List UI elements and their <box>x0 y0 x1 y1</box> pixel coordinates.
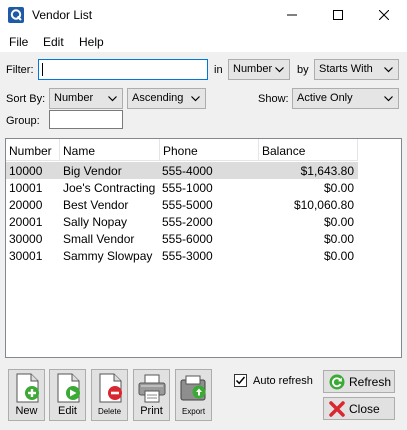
cell-phone: 555-2000 <box>162 215 213 229</box>
filter-input[interactable] <box>39 60 207 79</box>
auto-refresh-label: Auto refresh <box>253 375 313 387</box>
cell-number: 20000 <box>9 198 43 212</box>
menu-help[interactable]: Help <box>79 35 104 49</box>
filter-field[interactable] <box>38 59 208 80</box>
window-title: Vendor List <box>32 8 93 22</box>
close-button-label: Close <box>349 402 380 416</box>
cell-phone: 555-3000 <box>162 249 213 263</box>
cell-number: 30001 <box>9 249 43 263</box>
delete-document-icon <box>99 373 122 403</box>
cell-name: Big Vendor <box>63 164 122 178</box>
cell-phone: 555-4000 <box>162 164 213 178</box>
export-icon <box>180 375 205 401</box>
cell-number: 30000 <box>9 232 43 246</box>
filter-field-select[interactable]: Number <box>228 59 290 80</box>
export-button[interactable]: Export <box>175 369 212 421</box>
chevron-down-icon <box>191 96 200 102</box>
printer-icon <box>138 374 165 403</box>
sort-field-select[interactable]: Number <box>49 88 123 109</box>
close-x-icon <box>329 401 345 417</box>
edit-button[interactable]: Edit <box>49 369 86 421</box>
table-header: Number Name Phone Balance <box>6 139 358 161</box>
sort-order-value: Ascending <box>132 92 184 104</box>
menu-file[interactable]: File <box>9 35 28 49</box>
print-button-label: Print <box>140 405 163 417</box>
cell-name: Small Vendor <box>63 232 135 246</box>
cell-number: 10001 <box>9 181 43 195</box>
cell-balance: $1,643.80 <box>300 164 354 178</box>
chevron-down-icon <box>275 67 284 73</box>
column-header-balance[interactable]: Balance <box>259 139 358 161</box>
group-input[interactable] <box>50 111 122 128</box>
checkmark-icon <box>235 376 246 385</box>
refresh-button-label: Refresh <box>349 375 392 389</box>
show-value: Active Only <box>297 92 353 104</box>
edit-button-label: Edit <box>58 405 77 417</box>
cell-name: Sammy Slowpay <box>63 249 153 263</box>
show-label: Show: <box>258 93 289 105</box>
refresh-button[interactable]: Refresh <box>323 370 395 393</box>
text-caret <box>42 63 43 76</box>
group-field[interactable] <box>49 110 123 129</box>
show-select[interactable]: Active Only <box>292 88 399 109</box>
table-row[interactable]: 30000 Small Vendor 555-6000 $0.00 <box>6 230 358 247</box>
chevron-down-icon <box>384 67 393 73</box>
cell-phone: 555-6000 <box>162 232 213 246</box>
close-icon <box>379 10 389 20</box>
sort-by-label: Sort By: <box>6 93 46 105</box>
minimize-button[interactable] <box>269 0 315 30</box>
by-label: by <box>297 64 309 76</box>
close-window-button[interactable] <box>361 0 407 30</box>
delete-button-label: Delete <box>97 407 122 416</box>
delete-button[interactable]: Delete <box>91 369 128 421</box>
table-row[interactable]: 20001 Sally Nopay 555-2000 $0.00 <box>6 213 358 230</box>
filter-label: Filter: <box>6 64 34 76</box>
new-document-icon <box>16 373 39 403</box>
title-bar: Vendor List <box>0 0 407 30</box>
cell-name: Sally Nopay <box>63 215 128 229</box>
chevron-down-icon <box>108 96 117 102</box>
filter-mode-value: Starts With <box>319 63 373 75</box>
cell-phone: 555-5000 <box>162 198 213 212</box>
table-row[interactable]: 10000 Big Vendor 555-4000 $1,643.80 <box>6 162 358 179</box>
group-label: Group: <box>6 115 40 127</box>
close-button[interactable]: Close <box>323 397 395 420</box>
column-header-number[interactable]: Number <box>6 139 60 161</box>
export-button-label: Export <box>181 407 206 416</box>
maximize-icon <box>333 10 343 20</box>
new-button-label: New <box>15 405 38 417</box>
table-row[interactable]: 20000 Best Vendor 555-5000 $10,060.80 <box>6 196 358 213</box>
menu-edit[interactable]: Edit <box>43 35 64 49</box>
minimize-icon <box>287 14 297 16</box>
maximize-button[interactable] <box>315 0 361 30</box>
cell-number: 10000 <box>9 164 43 178</box>
cell-phone: 555-1000 <box>162 181 213 195</box>
auto-refresh-checkbox[interactable] <box>234 374 247 387</box>
cell-balance: $0.00 <box>323 181 354 195</box>
table-row[interactable]: 30001 Sammy Slowpay 555-3000 $0.00 <box>6 247 358 264</box>
refresh-icon <box>329 374 345 390</box>
new-button[interactable]: New <box>8 369 45 421</box>
chevron-down-icon <box>384 96 393 102</box>
print-button[interactable]: Print <box>133 369 170 421</box>
filter-field-value: Number <box>233 63 273 75</box>
cell-name: Best Vendor <box>63 198 129 212</box>
cell-balance: $10,060.80 <box>293 198 354 212</box>
column-header-phone[interactable]: Phone <box>160 139 259 161</box>
app-icon <box>8 7 24 23</box>
cell-number: 20001 <box>9 215 43 229</box>
cell-balance: $0.00 <box>323 249 354 263</box>
cell-balance: $0.00 <box>323 215 354 229</box>
edit-document-icon <box>57 373 80 403</box>
filter-mode-select[interactable]: Starts With <box>314 59 399 80</box>
table-row[interactable]: 10001 Joe's Contracting 555-1000 $0.00 <box>6 179 358 196</box>
in-label: in <box>214 64 223 76</box>
cell-balance: $0.00 <box>323 232 354 246</box>
vendor-table[interactable]: Number Name Phone Balance 10000 Big Vend… <box>5 138 402 358</box>
menu-bar: File Edit Help <box>0 30 407 52</box>
cell-name: Joe's Contracting <box>63 181 156 195</box>
sort-field-value: Number <box>54 92 94 104</box>
column-header-name[interactable]: Name <box>60 139 160 161</box>
sort-order-select[interactable]: Ascending <box>127 88 206 109</box>
